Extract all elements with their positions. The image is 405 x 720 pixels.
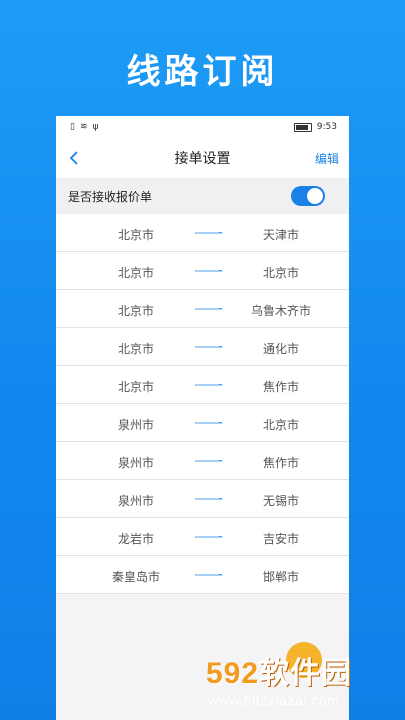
route-origin: 北京市 — [117, 304, 154, 318]
watermark-logo: 592软件园 — [206, 648, 352, 692]
edit-button[interactable]: 编辑 — [315, 150, 339, 167]
arrow-right-icon — [195, 460, 223, 462]
back-button[interactable] — [66, 149, 82, 167]
receive-quote-row: 是否接收报价单 — [56, 178, 349, 214]
route-row[interactable]: 龙岩市 吉安市 — [56, 518, 349, 556]
route-row[interactable]: 北京市 北京市 — [56, 252, 349, 290]
route-origin: 北京市 — [117, 342, 154, 356]
watermark-logo-number: 592 — [206, 657, 260, 690]
battery-icon — [293, 122, 312, 132]
route-destination: 北京市 — [262, 266, 299, 280]
sim-icon: ▯ — [70, 122, 75, 132]
status-icons-left: ▯ ≋ ψ — [70, 122, 98, 132]
route-origin: 北京市 — [117, 266, 154, 280]
route-row[interactable]: 泉州市 北京市 — [56, 404, 349, 442]
route-list: 北京市 天津市 北京市 北京市 北京市 乌鲁木齐市 北京市 通化市 北京市 焦作市 泉州市 北京市 泉州… — [56, 214, 349, 594]
route-destination: 无锡市 — [262, 494, 299, 508]
route-origin: 泉州市 — [117, 456, 154, 470]
arrow-right-icon — [195, 232, 223, 234]
phone-screen: ▯ ≋ ψ 9:53 接单设置 编辑 是否接收报价单 北京市 天津市 北京市 北京市北… — [56, 116, 349, 720]
route-destination: 通化市 — [262, 342, 299, 356]
receive-quote-toggle[interactable] — [291, 186, 325, 206]
route-origin: 北京市 — [117, 380, 154, 394]
promo-headline: 线路订阅 — [126, 52, 279, 92]
route-row[interactable]: 泉州市 无锡市 — [56, 480, 349, 518]
watermark: 592软件园 www.592xiazai.com — [200, 642, 405, 720]
route-row[interactable]: 北京市 焦作市 — [56, 366, 349, 404]
route-destination: 天津市 — [262, 228, 299, 242]
route-destination: 乌鲁木齐市 — [250, 304, 311, 318]
arrow-right-icon — [195, 384, 223, 386]
wifi-icon: ≋ — [79, 122, 88, 132]
route-destination: 邯郸市 — [262, 570, 299, 584]
route-destination: 吉安市 — [262, 532, 299, 546]
route-origin: 泉州市 — [117, 494, 154, 508]
route-row[interactable]: 北京市 通化市 — [56, 328, 349, 366]
arrow-right-icon — [195, 346, 223, 348]
route-row[interactable]: 北京市 天津市 — [56, 214, 349, 252]
route-row[interactable]: 秦皇岛市 邯郸市 — [56, 556, 349, 594]
route-origin: 秦皇岛市 — [111, 570, 160, 584]
status-time: 9:53 — [316, 122, 337, 132]
toggle-knob — [307, 188, 323, 204]
route-row[interactable]: 北京市 乌鲁木齐市 — [56, 290, 349, 328]
route-row[interactable]: 泉州市 焦作市 — [56, 442, 349, 480]
receive-quote-label: 是否接收报价单 — [68, 189, 153, 204]
status-icons-right: 9:53 — [293, 122, 337, 132]
route-destination: 焦作市 — [262, 380, 299, 394]
arrow-right-icon — [195, 308, 223, 310]
route-origin: 龙岩市 — [117, 532, 154, 546]
arrow-right-icon — [195, 536, 223, 538]
arrow-right-icon — [195, 270, 223, 272]
nav-bar: 接单设置 编辑 — [56, 138, 349, 178]
watermark-url: www.592xiazai.com — [208, 692, 340, 708]
arrow-right-icon — [195, 422, 223, 424]
route-destination: 焦作市 — [262, 456, 299, 470]
chevron-left-icon — [69, 151, 78, 165]
page-title: 接单设置 — [174, 151, 231, 167]
watermark-logo-text: 软件园 — [259, 657, 353, 690]
route-origin: 泉州市 — [117, 418, 154, 432]
usb-icon: ψ — [92, 122, 99, 132]
arrow-right-icon — [195, 574, 223, 576]
status-bar: ▯ ≋ ψ 9:53 — [56, 116, 349, 138]
route-destination: 北京市 — [262, 418, 299, 432]
route-origin: 北京市 — [117, 228, 154, 242]
arrow-right-icon — [195, 498, 223, 500]
